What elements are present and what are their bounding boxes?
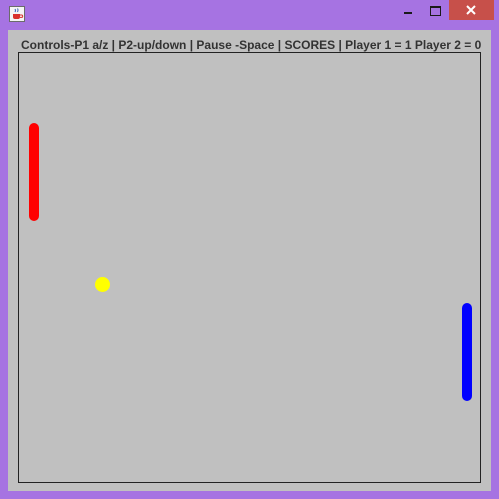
ball bbox=[95, 277, 110, 292]
maximize-button[interactable] bbox=[422, 0, 449, 20]
controls-and-scores-text: Controls-P1 a/z | P2-up/down | Pause -Sp… bbox=[21, 38, 482, 52]
title-bar[interactable] bbox=[0, 0, 499, 28]
game-window: Controls-P1 a/z | P2-up/down | Pause -Sp… bbox=[0, 0, 499, 499]
close-icon bbox=[466, 5, 476, 15]
play-field bbox=[18, 52, 481, 483]
player1-paddle bbox=[29, 123, 39, 221]
minimize-button[interactable] bbox=[395, 0, 422, 20]
game-panel[interactable]: Controls-P1 a/z | P2-up/down | Pause -Sp… bbox=[8, 30, 491, 491]
close-button[interactable] bbox=[449, 0, 494, 20]
player2-paddle bbox=[462, 303, 472, 401]
java-coffee-cup-icon bbox=[9, 6, 25, 22]
